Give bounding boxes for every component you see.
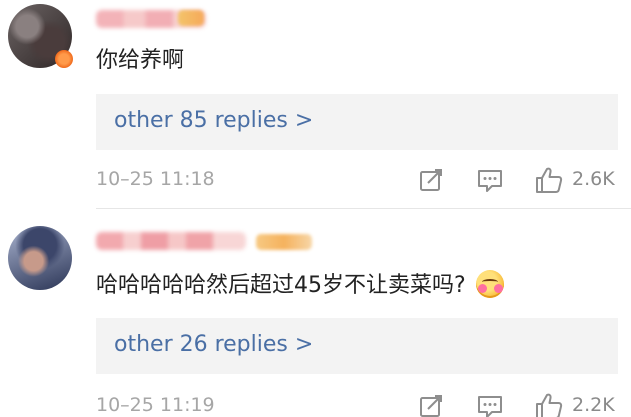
comment-meta-row: 10–25 11:18 2.6K [0,162,631,198]
like-icon [536,393,563,417]
verified-badge-icon [55,50,73,68]
comment-icon [478,396,502,417]
share-button[interactable] [416,165,446,195]
like-button[interactable] [534,391,564,417]
comment-thread: 你给养啊 other 85 replies > 10–25 11:18 2.6K… [0,0,631,417]
comment-item: 你给养啊 other 85 replies > 10–25 11:18 2.6K [0,0,631,210]
share-icon [420,169,442,191]
comment-icon [478,170,502,192]
like-count: 2.6K [572,168,615,190]
comment-button[interactable] [475,165,505,195]
avatar[interactable] [8,226,72,290]
comment-meta-row: 10–25 11:19 2.2K [0,388,631,417]
timestamp: 10–25 11:19 [96,394,215,416]
comment-text-content: 哈哈哈哈哈然后超过45岁不让卖菜吗? [96,273,466,298]
share-button[interactable] [416,391,446,417]
user-level-badge [256,234,312,250]
view-replies-link[interactable]: other 26 replies > [114,332,313,357]
replies-box[interactable]: other 26 replies > [96,318,618,374]
view-replies-link[interactable]: other 85 replies > [114,108,313,133]
divider [96,208,631,209]
share-icon [420,395,442,417]
comment-text: 哈哈哈哈哈然后超过45岁不让卖菜吗? [96,270,504,301]
like-count: 2.2K [572,394,615,416]
username-blurred[interactable] [96,232,246,250]
comment-item: 哈哈哈哈哈然后超过45岁不让卖菜吗? other 26 replies > 10… [0,212,631,417]
like-button[interactable] [534,165,564,195]
emoji-blush-icon [475,270,504,298]
comment-text: 你给养啊 [96,48,185,73]
replies-box[interactable]: other 85 replies > [96,94,618,150]
comment-button[interactable] [475,391,505,417]
like-icon [536,167,563,193]
user-level-badge [178,10,204,26]
timestamp: 10–25 11:18 [96,168,215,190]
